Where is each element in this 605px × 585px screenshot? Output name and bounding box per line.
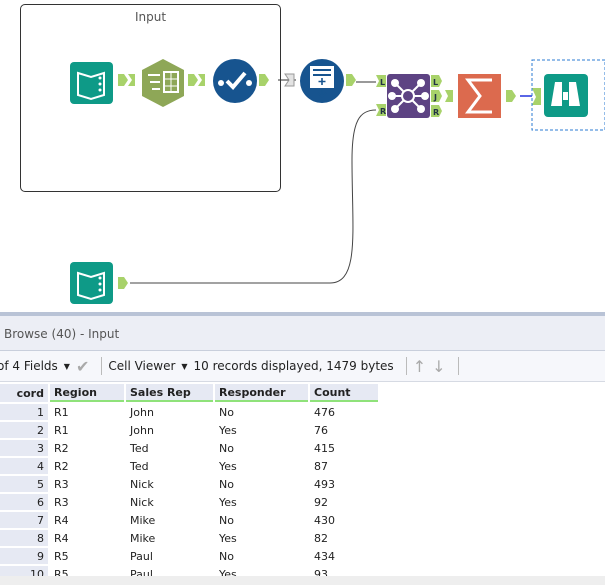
responder-cell[interactable]: Yes xyxy=(215,458,308,474)
count-cell[interactable]: 82 xyxy=(310,530,378,546)
sales-rep-cell[interactable]: Mike xyxy=(126,530,213,546)
region-cell[interactable]: R4 xyxy=(50,512,124,528)
table-row[interactable]: 1 R1 John No 476 xyxy=(0,404,378,420)
output-anchor[interactable] xyxy=(118,277,128,289)
summarize-tool[interactable] xyxy=(458,74,501,118)
divider xyxy=(101,357,103,375)
record-number[interactable]: 5 xyxy=(0,476,48,492)
sales-rep-cell[interactable]: Paul xyxy=(126,548,213,564)
fields-selector[interactable]: of 4 Fields xyxy=(0,359,58,373)
column-header-region[interactable]: Region xyxy=(50,384,124,402)
auto-field-tool[interactable] xyxy=(213,59,257,103)
input-anchor[interactable] xyxy=(128,74,135,86)
record-number[interactable]: 3 xyxy=(0,440,48,456)
join-tool[interactable] xyxy=(387,74,430,118)
column-header-record[interactable]: cord xyxy=(0,384,48,402)
browse-tool[interactable] xyxy=(544,74,588,117)
sales-rep-cell[interactable]: Nick xyxy=(126,494,213,510)
output-anchor[interactable] xyxy=(259,74,269,86)
results-toolbar: of 4 Fields ▼ ✔ Cell Viewer ▼ 10 records… xyxy=(0,351,605,382)
count-cell[interactable]: 415 xyxy=(310,440,378,456)
sales-rep-cell[interactable]: John xyxy=(126,422,213,438)
table-row[interactable]: 7 R4 Mike No 430 xyxy=(0,512,378,528)
output-anchor[interactable] xyxy=(346,74,356,86)
region-cell[interactable]: R5 xyxy=(50,548,124,564)
input-anchor[interactable] xyxy=(198,74,205,86)
anchor-label-r: R xyxy=(433,108,439,117)
count-cell[interactable]: 476 xyxy=(310,404,378,420)
chevron-down-icon[interactable]: ▼ xyxy=(64,362,70,371)
output-anchor[interactable] xyxy=(118,74,128,86)
region-cell[interactable]: R3 xyxy=(50,476,124,492)
sales-rep-cell[interactable]: Nick xyxy=(126,476,213,492)
region-cell[interactable]: R2 xyxy=(50,458,124,474)
record-number[interactable]: 9 xyxy=(0,548,48,564)
responder-cell[interactable]: No xyxy=(215,548,308,564)
workflow-svg: L R L J R xyxy=(70,59,605,304)
arrow-down-icon[interactable]: ↓ xyxy=(432,357,445,376)
count-cell[interactable]: 430 xyxy=(310,512,378,528)
arrow-up-icon[interactable]: ↑ xyxy=(413,357,426,376)
select-tool[interactable] xyxy=(142,59,184,107)
input-data-tool-2[interactable] xyxy=(70,262,113,304)
output-anchor[interactable] xyxy=(188,74,198,86)
table-row[interactable]: 6 R3 Nick Yes 92 xyxy=(0,494,378,510)
records-status: 10 records displayed, 1479 bytes xyxy=(193,359,394,373)
count-cell[interactable]: 76 xyxy=(310,422,378,438)
responder-cell[interactable]: Yes xyxy=(215,494,308,510)
sales-rep-cell[interactable]: Ted xyxy=(126,440,213,456)
column-header-sales-rep[interactable]: Sales Rep xyxy=(126,384,213,402)
region-cell[interactable]: R2 xyxy=(50,440,124,456)
column-header-responder[interactable]: Responder xyxy=(215,384,308,402)
record-number[interactable]: 7 xyxy=(0,512,48,528)
count-cell[interactable]: 493 xyxy=(310,476,378,492)
results-header: Browse (40) - Input xyxy=(0,316,605,351)
table-row[interactable]: 9 R5 Paul No 434 xyxy=(0,548,378,564)
output-anchor[interactable] xyxy=(506,90,516,102)
results-title: Browse (40) - Input xyxy=(4,327,120,341)
count-cell[interactable]: 434 xyxy=(310,548,378,564)
divider xyxy=(405,357,407,375)
region-cell[interactable]: R4 xyxy=(50,530,124,546)
table-row[interactable]: 5 R3 Nick No 493 xyxy=(0,476,378,492)
count-cell[interactable]: 87 xyxy=(310,458,378,474)
record-number[interactable]: 4 xyxy=(0,458,48,474)
record-number[interactable]: 1 xyxy=(0,404,48,420)
sales-rep-cell[interactable]: Mike xyxy=(126,512,213,528)
record-number[interactable]: 6 xyxy=(0,494,48,510)
cell-viewer-dropdown[interactable]: Cell Viewer xyxy=(108,359,175,373)
record-number[interactable]: 2 xyxy=(0,422,48,438)
input-data-tool[interactable] xyxy=(70,62,113,104)
responder-cell[interactable]: No xyxy=(215,404,308,420)
region-cell[interactable]: R3 xyxy=(50,494,124,510)
checkmark-icon[interactable]: ✔ xyxy=(76,357,89,376)
count-cell[interactable]: 92 xyxy=(310,494,378,510)
responder-cell[interactable]: Yes xyxy=(215,530,308,546)
chevron-down-icon[interactable]: ▼ xyxy=(181,362,187,371)
responder-cell[interactable]: Yes xyxy=(215,422,308,438)
responder-cell[interactable]: No xyxy=(215,440,308,456)
results-grid: cord Region Sales Rep Responder Count 1R… xyxy=(0,382,380,584)
anchor-label-j: J xyxy=(433,93,437,102)
sales-rep-cell[interactable]: John xyxy=(126,404,213,420)
region-cell[interactable]: R1 xyxy=(50,422,124,438)
anchor-label-l: L xyxy=(380,78,385,87)
table-row[interactable]: 4 R2 Ted Yes 87 xyxy=(0,458,378,474)
responder-cell[interactable]: No xyxy=(215,512,308,528)
record-number[interactable]: 8 xyxy=(0,530,48,546)
column-header-count[interactable]: Count xyxy=(310,384,378,402)
horizontal-scrollbar[interactable] xyxy=(0,576,605,585)
anchor-label-r: R xyxy=(380,107,386,116)
table-row[interactable]: 8 R4 Mike Yes 82 xyxy=(0,530,378,546)
table-row[interactable]: 2 R1 John Yes 76 xyxy=(0,422,378,438)
formula-tool[interactable] xyxy=(300,59,344,103)
workflow-canvas[interactable]: Input L R L J R xyxy=(0,0,605,312)
responder-cell[interactable]: No xyxy=(215,476,308,492)
sales-rep-cell[interactable]: Ted xyxy=(126,458,213,474)
region-cell[interactable]: R1 xyxy=(50,404,124,420)
divider xyxy=(457,357,459,375)
table-row[interactable]: 3 R2 Ted No 415 xyxy=(0,440,378,456)
anchor-label-l: L xyxy=(433,78,438,87)
input-anchor[interactable] xyxy=(532,88,541,105)
